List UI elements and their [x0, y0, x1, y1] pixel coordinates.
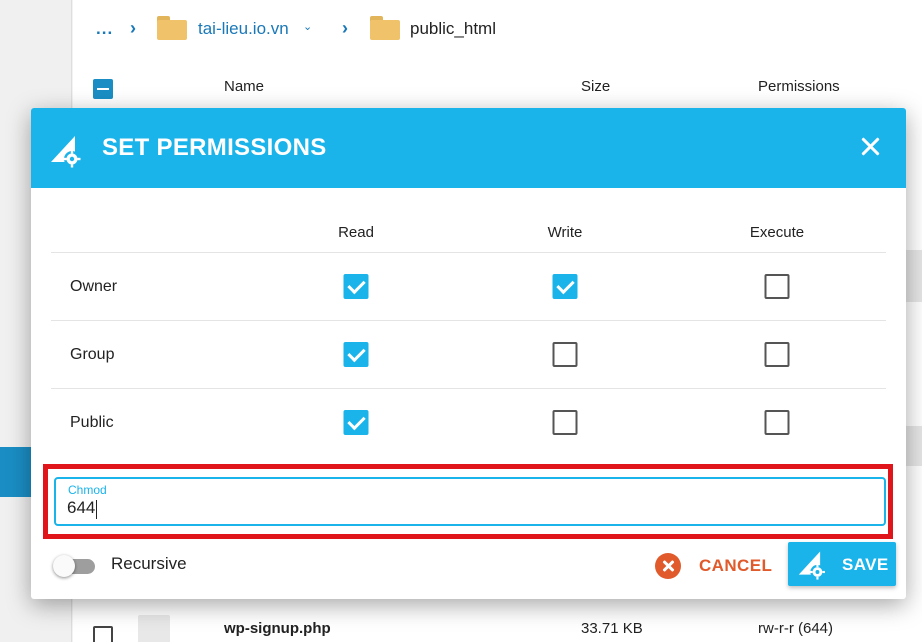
- column-header-name[interactable]: Name: [224, 78, 264, 95]
- column-header-permissions[interactable]: Permissions: [758, 78, 840, 95]
- select-all-checkbox[interactable]: [93, 79, 113, 99]
- file-permissions: rw-r-r (644): [758, 620, 833, 637]
- sidebar-active-indicator: [0, 447, 32, 497]
- owner-write-checkbox[interactable]: [552, 274, 578, 299]
- dialog-header: SET PERMISSIONS: [31, 108, 906, 188]
- permission-row-owner: Owner: [51, 253, 886, 321]
- permission-row-group: Group: [51, 321, 886, 389]
- chevron-right-icon: ›: [130, 18, 136, 38]
- text-caret: [96, 500, 97, 519]
- folder-icon: [157, 16, 187, 40]
- row-shade: [906, 426, 922, 466]
- recursive-toggle[interactable]: [53, 555, 97, 577]
- group-read-checkbox[interactable]: [343, 342, 369, 367]
- group-write-checkbox[interactable]: [552, 342, 578, 367]
- permissions-table: Read Write Execute Owner Group Public: [51, 200, 886, 457]
- column-read: Read: [338, 224, 374, 241]
- column-header-size[interactable]: Size: [581, 78, 610, 95]
- file-size: 33.71 KB: [581, 620, 643, 637]
- breadcrumb-item-domain[interactable]: tai-lieu.io.vn: [198, 19, 289, 39]
- owner-execute-checkbox[interactable]: [764, 274, 790, 299]
- save-label: SAVE: [842, 555, 889, 574]
- public-write-checkbox[interactable]: [552, 410, 578, 435]
- role-label: Owner: [70, 278, 118, 295]
- breadcrumb-item-current[interactable]: public_html: [410, 19, 496, 39]
- breadcrumb-ellipsis[interactable]: ...: [96, 19, 113, 39]
- dialog-title: SET PERMISSIONS: [102, 134, 327, 161]
- permissions-gear-icon: [51, 136, 81, 168]
- file-icon: [138, 615, 170, 642]
- owner-read-checkbox[interactable]: [343, 274, 369, 299]
- cancel-label: CANCEL: [699, 556, 773, 575]
- permission-row-public: Public: [51, 389, 886, 457]
- close-icon[interactable]: [855, 132, 885, 162]
- toggle-knob: [53, 555, 75, 577]
- role-label: Public: [70, 414, 114, 431]
- file-name[interactable]: wp-signup.php: [224, 620, 331, 637]
- cancel-button[interactable]: CANCEL: [655, 548, 772, 584]
- permissions-gear-icon: [798, 551, 825, 580]
- cancel-circle-icon: [655, 553, 681, 579]
- public-read-checkbox[interactable]: [343, 410, 369, 435]
- row-checkbox[interactable]: [93, 626, 113, 642]
- chevron-down-icon[interactable]: ⌄: [303, 20, 312, 33]
- folder-icon: [370, 16, 400, 40]
- row-shade: [906, 250, 922, 302]
- chmod-field[interactable]: Chmod: [54, 477, 886, 526]
- public-execute-checkbox[interactable]: [764, 410, 790, 435]
- permissions-table-header: Read Write Execute: [51, 200, 886, 253]
- recursive-label: Recursive: [111, 554, 187, 573]
- chmod-highlight: Chmod: [43, 464, 893, 539]
- save-button[interactable]: SAVE: [788, 542, 896, 586]
- chmod-label: Chmod: [68, 483, 107, 497]
- set-permissions-dialog: SET PERMISSIONS Read Write Execute Owner…: [31, 108, 906, 599]
- role-label: Group: [70, 346, 115, 363]
- chevron-right-icon: ›: [342, 18, 348, 38]
- group-execute-checkbox[interactable]: [764, 342, 790, 367]
- column-write: Write: [547, 224, 583, 241]
- column-execute: Execute: [749, 224, 805, 241]
- chmod-input[interactable]: [67, 498, 867, 518]
